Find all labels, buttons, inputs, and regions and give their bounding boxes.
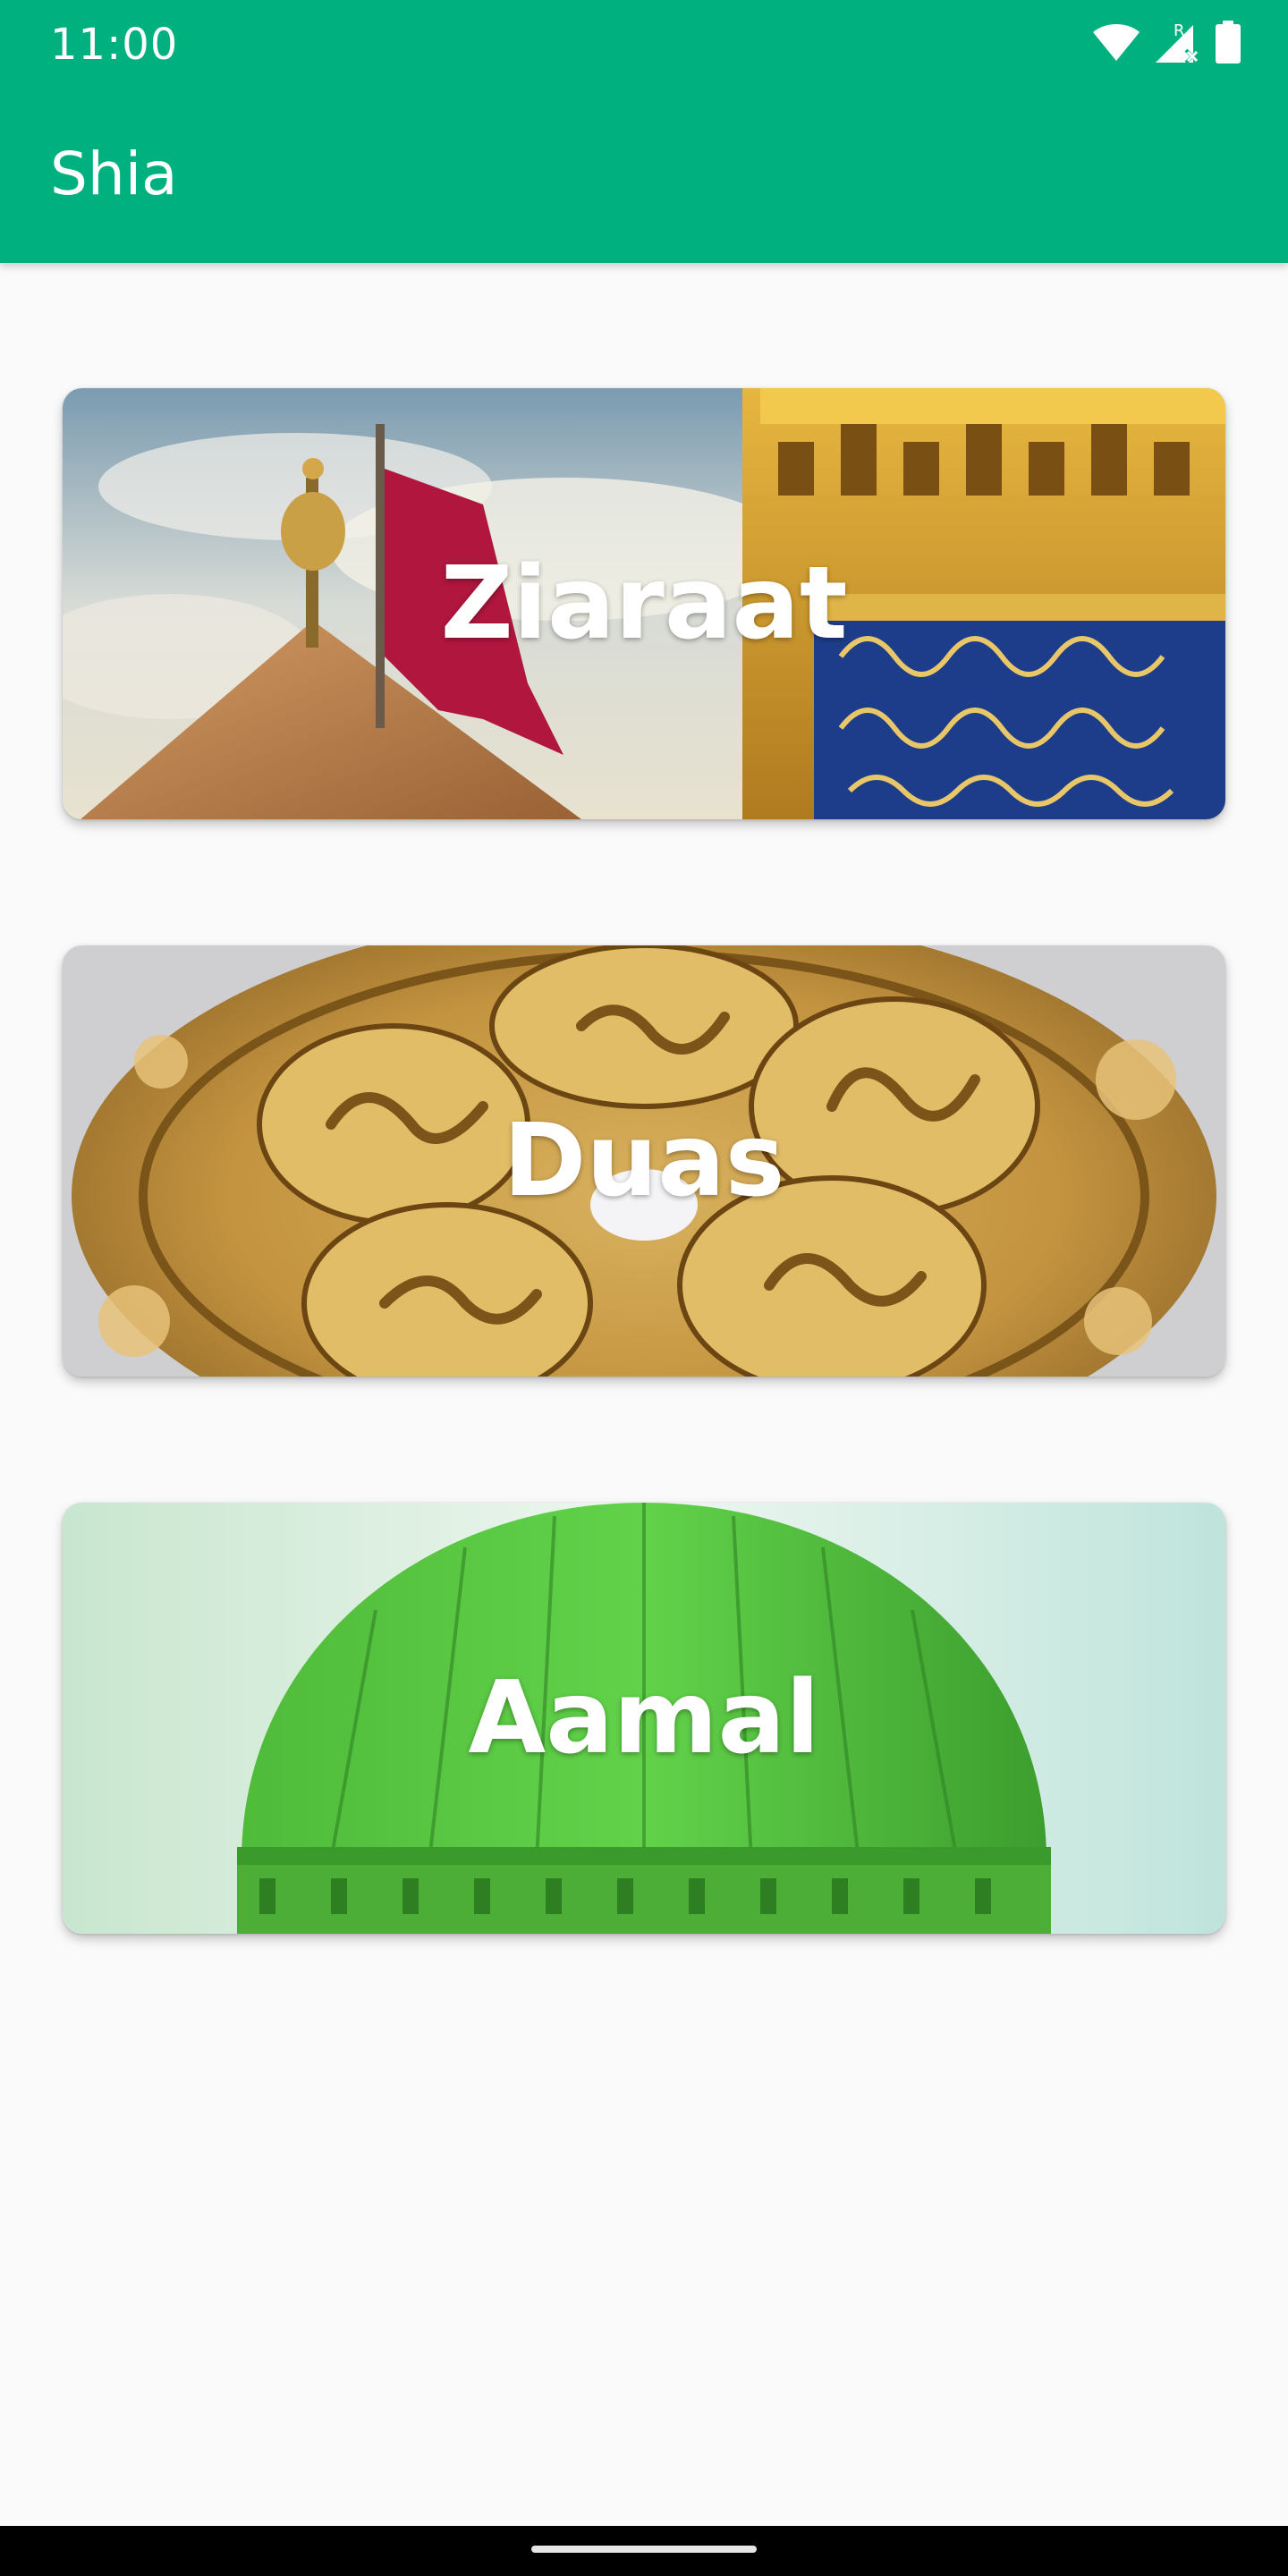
status-time: 11:00 [50,20,179,70]
card-duas[interactable]: Duas [63,945,1225,1377]
wifi-icon [1091,21,1141,67]
card-label-ziaraat: Ziaraat [440,546,848,662]
page-title: Shia [50,140,178,208]
app-bar: 11:00 R Shia [0,0,1288,263]
svg-text:R: R [1174,21,1185,40]
card-label-aamal: Aamal [468,1660,820,1776]
signal-roaming-icon: R [1154,20,1202,69]
home-gesture-handle[interactable] [531,2546,757,2553]
navigation-bar [0,2526,1288,2576]
card-label-duas: Duas [503,1103,785,1219]
card-aamal[interactable]: Aamal [63,1503,1225,1934]
card-ziaraat[interactable]: Ziaraat [63,388,1225,819]
battery-icon [1215,20,1241,68]
status-icons: R [1091,20,1241,69]
